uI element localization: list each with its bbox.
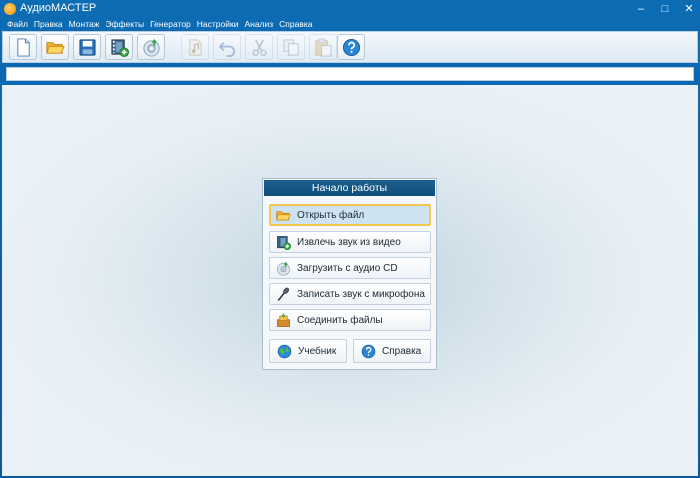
cd-load-icon: [277, 261, 290, 276]
menu-bar: Файл Правка Монтаж Эффекты Генератор Нас…: [4, 18, 316, 31]
globe-icon: [277, 344, 292, 359]
path-field[interactable]: [6, 67, 694, 81]
help-icon: [342, 38, 361, 57]
open-file-action-label: Открыть файл: [297, 210, 365, 221]
menu-effects[interactable]: Эффекты: [102, 18, 147, 31]
save-disk-icon: [79, 39, 96, 56]
tutorial-button[interactable]: Учебник: [269, 339, 347, 363]
record-microphone-action-label: Записать звук с микрофона: [297, 289, 425, 300]
window-title: АудиоМАСТЕР: [20, 2, 97, 14]
open-folder-icon: [46, 42, 65, 54]
start-panel: Начало работы Открыть файл Извлечь звук …: [262, 178, 437, 370]
record-microphone-action-button[interactable]: Записать звук с микрофона: [269, 283, 431, 305]
open-folder-icon: [276, 211, 291, 221]
title-bar: АудиоМАСТЕР – □ ✕: [0, 0, 700, 18]
join-files-icon: [277, 313, 290, 327]
cd-load-icon: [143, 38, 160, 57]
undo-icon: [218, 42, 236, 57]
help-icon: [361, 344, 376, 359]
window-controls: – □ ✕: [634, 2, 696, 16]
load-cd-action-label: Загрузить с аудио CD: [297, 263, 398, 274]
new-file-button[interactable]: [9, 34, 37, 60]
audio-file-icon: [189, 39, 202, 56]
open-file-action-button[interactable]: Открыть файл: [269, 204, 431, 226]
help-button[interactable]: [337, 34, 365, 60]
help-panel-button[interactable]: Справка: [353, 339, 431, 363]
minimize-button[interactable]: –: [634, 2, 648, 16]
scissors-icon: [252, 39, 267, 56]
copy-icon: [283, 39, 299, 56]
extract-video-action-label: Извлечь звук из видео: [297, 237, 401, 248]
tutorial-label: Учебник: [298, 346, 337, 357]
menu-help[interactable]: Справка: [276, 18, 315, 31]
video-extract-icon: [277, 236, 291, 250]
copy-button[interactable]: [277, 34, 305, 60]
menu-generator[interactable]: Генератор: [147, 18, 194, 31]
toolbar: [2, 31, 698, 63]
menu-montage[interactable]: Монтаж: [66, 18, 103, 31]
paste-button[interactable]: [309, 34, 337, 60]
menu-analysis[interactable]: Анализ: [241, 18, 276, 31]
start-panel-title: Начало работы: [264, 180, 435, 196]
undo-button[interactable]: [213, 34, 241, 60]
microphone-icon: [277, 287, 290, 301]
cut-button[interactable]: [245, 34, 273, 60]
load-cd-button[interactable]: [137, 34, 165, 60]
save-button[interactable]: [73, 34, 101, 60]
open-file-button[interactable]: [41, 34, 69, 60]
menu-file[interactable]: Файл: [4, 18, 31, 31]
maximize-button[interactable]: □: [658, 2, 672, 16]
extract-video-action-button[interactable]: Извлечь звук из видео: [269, 231, 431, 253]
menu-settings[interactable]: Настройки: [194, 18, 242, 31]
audio-file-button[interactable]: [181, 34, 209, 60]
menu-edit[interactable]: Правка: [31, 18, 66, 31]
help-panel-label: Справка: [382, 346, 422, 357]
load-cd-action-button[interactable]: Загрузить с аудио CD: [269, 257, 431, 279]
extract-video-button[interactable]: [105, 34, 133, 60]
new-file-icon: [17, 38, 30, 57]
app-window: АудиоМАСТЕР – □ ✕ Файл Правка Монтаж Эфф…: [0, 0, 700, 478]
app-logo-icon: [4, 3, 16, 15]
join-files-action-label: Соединить файлы: [297, 315, 383, 326]
join-files-action-button[interactable]: Соединить файлы: [269, 309, 431, 331]
close-button[interactable]: ✕: [682, 2, 696, 16]
paste-icon: [315, 38, 332, 57]
video-extract-icon: [111, 39, 129, 57]
